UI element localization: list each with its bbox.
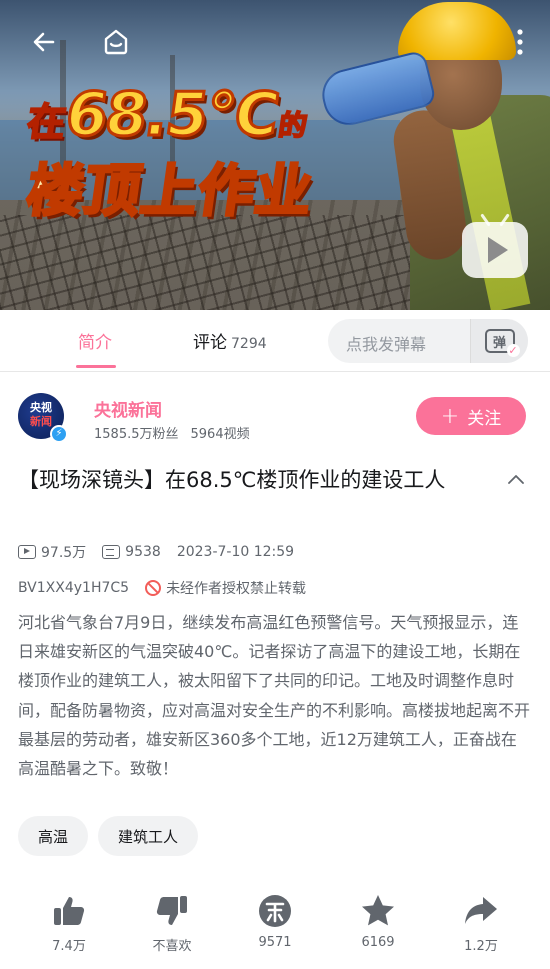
play-icon[interactable] [462, 222, 528, 278]
back-button[interactable] [26, 24, 62, 60]
verified-icon: ⚡ [50, 425, 68, 443]
follow-button[interactable]: + 关注 [416, 397, 526, 435]
tab-intro[interactable]: 简介 [78, 328, 112, 353]
headline-line2: 楼顶上作业 [21, 158, 318, 226]
coin-count: 9571 [258, 935, 292, 950]
danmaku-icon: 弹 ✓ [484, 329, 520, 357]
danmaku-count-value: 9538 [125, 544, 161, 560]
back-arrow-icon [33, 32, 55, 52]
share-count: 1.2万 [464, 939, 498, 954]
avatar-text-line1: 央视 [30, 401, 52, 414]
video-title: 【现场深镜头】在68.5℃楼顶作业的建设工人 [18, 468, 446, 492]
author-stats: 1585.5万粉丝 5964视频 [94, 423, 262, 442]
dislike-label: 不喜欢 [152, 939, 192, 954]
tag-item[interactable]: 建筑工人 [98, 816, 199, 856]
action-bar: 7.4万 不喜欢 9571 6169 1.2万 [0, 893, 550, 969]
headline-temperature: 68.5℃ [60, 79, 284, 152]
coin-icon [259, 895, 291, 927]
check-icon: ✓ [506, 344, 520, 357]
author-video-count: 5964视频 [190, 427, 250, 442]
danmaku-count: 9538 [102, 544, 161, 560]
like-button[interactable]: 7.4万 [29, 893, 109, 954]
copyright-notice: 未经作者授权禁止转载 [166, 581, 307, 597]
danmaku-icon-text: 弹 [492, 335, 506, 351]
share-arrow-icon [465, 897, 497, 924]
danmaku-placeholder: 点我发弹幕 [346, 335, 427, 354]
no-repost-icon [145, 580, 162, 596]
video-player[interactable]: 在 68.5℃ 的 楼顶上作业 [0, 0, 550, 310]
star-icon [362, 895, 394, 926]
view-count-value: 97.5万 [41, 545, 87, 561]
video-rebar [0, 215, 430, 310]
video-headline: 在 68.5℃ 的 楼顶上作业 [21, 79, 328, 227]
like-count: 7.4万 [52, 939, 86, 954]
more-vertical-icon [517, 29, 523, 55]
tab-comments-label: 评论 [193, 333, 227, 353]
plus-icon: + [440, 403, 460, 429]
tag-list: 高温 建筑工人 [18, 816, 208, 856]
favorite-button[interactable]: 6169 [338, 893, 418, 950]
tab-bar: 简介 评论 7294 点我发弹幕 弹 ✓ [0, 310, 550, 372]
play-count-icon [18, 545, 36, 559]
coin-button[interactable]: 9571 [235, 893, 315, 950]
tab-comments-count: 7294 [231, 336, 267, 352]
danmaku-count-icon [102, 545, 121, 559]
home-button[interactable] [98, 24, 134, 60]
publish-date: 2023-7-10 12:59 [176, 544, 295, 560]
home-tv-icon [104, 29, 128, 55]
danmaku-toggle-button[interactable]: 弹 ✓ [470, 319, 528, 363]
tag-item[interactable]: 高温 [18, 816, 89, 856]
video-description: 河北省气象台7月9日，继续发布高温红色预警信号。天气预报显示，连日来雄安新区的气… [18, 613, 531, 779]
share-button[interactable]: 1.2万 [441, 893, 521, 954]
video-meta: 97.5万 9538 2023-7-10 12:59 [18, 542, 310, 562]
follow-label: 关注 [467, 408, 502, 429]
thumbs-up-icon [54, 897, 85, 925]
thumbs-down-icon [156, 896, 187, 925]
favorite-count: 6169 [361, 935, 395, 950]
tab-comments[interactable]: 评论 7294 [193, 328, 267, 353]
author-name[interactable]: 央视新闻 [94, 396, 162, 421]
bvid-line: BV1XX4y1H7C5 未经作者授权禁止转载 [18, 578, 306, 598]
bvid[interactable]: BV1XX4y1H7C5 [18, 580, 129, 596]
more-menu-button[interactable] [502, 24, 538, 60]
dislike-button[interactable]: 不喜欢 [132, 893, 212, 954]
chevron-up-icon[interactable] [506, 470, 526, 490]
headline-suffix: 的 [275, 108, 310, 143]
tab-active-indicator [76, 365, 116, 368]
view-count: 97.5万 [18, 542, 86, 562]
author-fans: 1585.5万粉丝 [94, 427, 179, 442]
